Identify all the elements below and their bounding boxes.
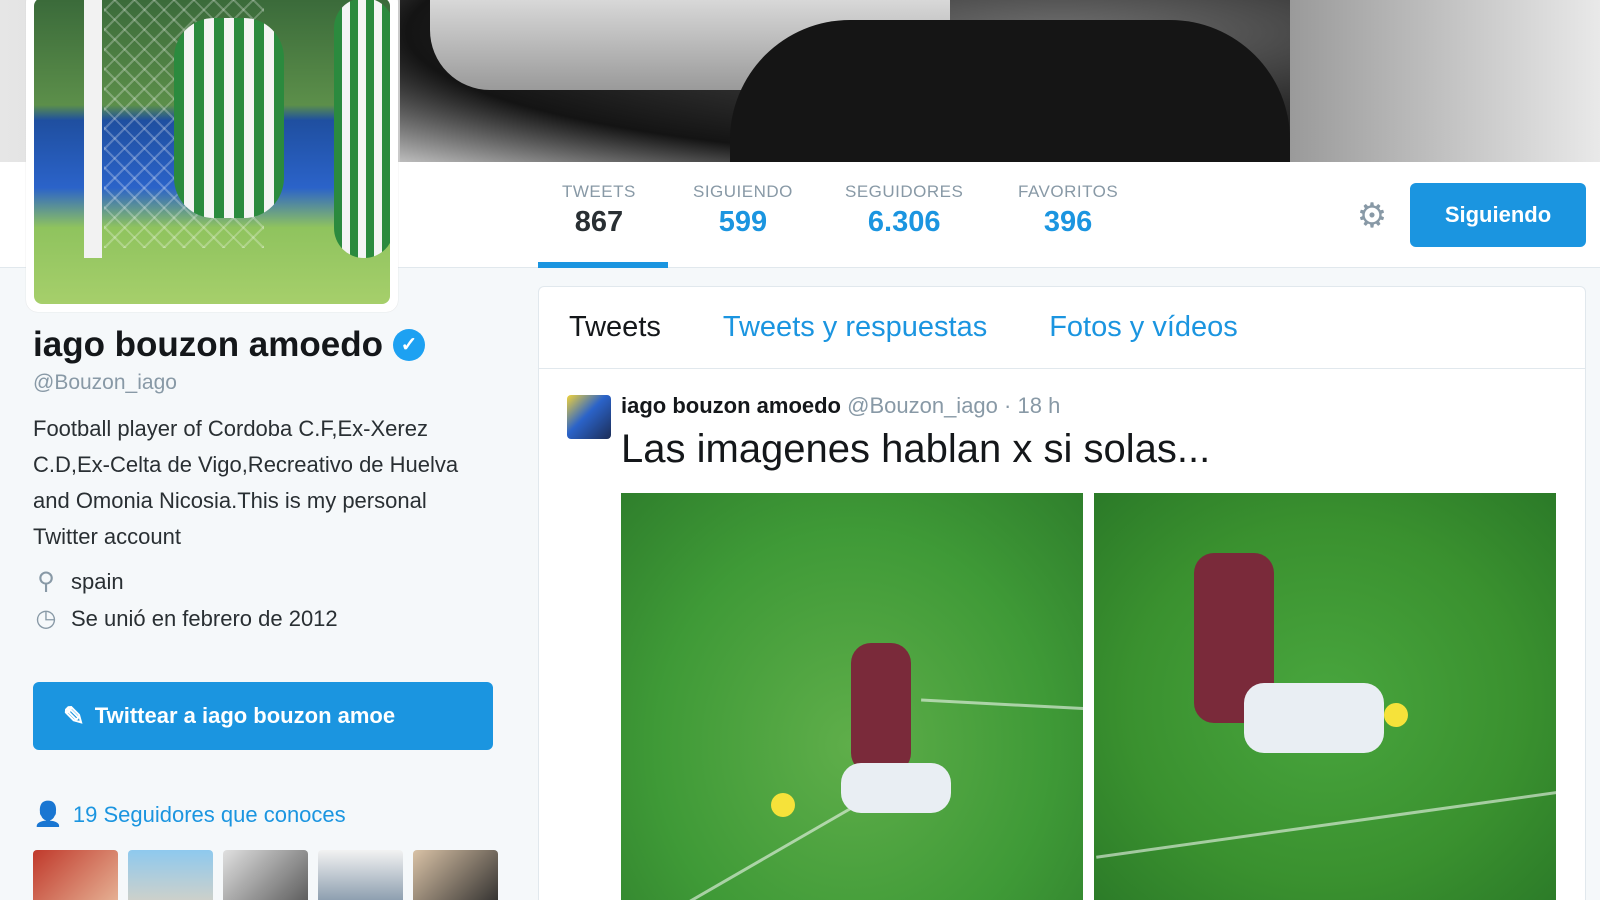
stat-label: SIGUIENDO	[693, 182, 793, 201]
follower-avatar[interactable]	[223, 850, 308, 900]
stat-value: 6.306	[867, 206, 941, 238]
profile-handle[interactable]: @Bouzon_iago	[33, 371, 493, 395]
tweet-photo-2[interactable]	[1094, 493, 1556, 900]
follower-thumbnails	[33, 850, 498, 900]
tweet-avatar[interactable]	[567, 395, 611, 439]
timeline-tabs: Tweets Tweets y respuestas Fotos y vídeo…	[539, 287, 1585, 369]
tweet-author-handle[interactable]: @Bouzon_iago	[847, 393, 998, 418]
compose-icon: ✎	[63, 700, 85, 731]
followers-you-know-text: 19 Seguidores que conoces	[72, 801, 346, 827]
timeline: Tweets Tweets y respuestas Fotos y vídeo…	[538, 286, 1586, 900]
following-button[interactable]: Siguiendo	[1410, 183, 1586, 247]
stat-value: 396	[1043, 206, 1093, 238]
person-icon: 👤	[33, 801, 63, 828]
tweet-author-name[interactable]: iago bouzon amoedo	[621, 393, 841, 418]
active-stat-indicator	[538, 262, 668, 268]
tweet-header: iago bouzon amoedo @Bouzon_iago · 18 h	[621, 393, 1060, 419]
tab-tweets[interactable]: Tweets	[569, 311, 661, 344]
profile-joined: ◷ Se unió en febrero de 2012	[33, 604, 493, 633]
tweet-separator: ·	[1004, 393, 1018, 418]
tab-tweets-and-replies[interactable]: Tweets y respuestas	[723, 311, 987, 344]
location-pin-icon: ⚲	[37, 568, 55, 595]
tweet-to-label: Twittear a iago bouzon amoe	[94, 703, 396, 728]
stat-following[interactable]: SIGUIENDO 599	[693, 182, 793, 239]
follower-avatar[interactable]	[33, 850, 118, 900]
follower-avatar[interactable]	[413, 850, 498, 900]
avatar[interactable]	[26, 0, 398, 312]
followers-you-know-link[interactable]: 👤 19 Seguidores que conoces	[33, 800, 346, 829]
stat-tweets[interactable]: TWEETS 867	[562, 182, 636, 239]
gear-icon[interactable]: ⚙	[1352, 196, 1392, 236]
stat-value: 867	[574, 206, 624, 238]
tweet-text: Las imagenes hablan x si solas...	[621, 427, 1211, 471]
profile-location: ⚲ spain	[33, 567, 493, 596]
stat-label: TWEETS	[562, 182, 636, 201]
follower-avatar[interactable]	[128, 850, 213, 900]
tweet-photo-1[interactable]	[621, 493, 1083, 900]
profile-bio: Football player of Cordoba C.F,Ex-Xerez …	[33, 416, 459, 549]
joined-text: Se unió en febrero de 2012	[71, 605, 338, 631]
stat-followers[interactable]: SEGUIDORES 6.306	[845, 182, 963, 239]
profile-name-row: iago bouzon amoedo ✓	[33, 325, 493, 365]
stat-label: SEGUIDORES	[845, 182, 964, 201]
location-text: spain	[71, 568, 124, 594]
clock-icon: ◷	[35, 605, 57, 632]
follower-avatar[interactable]	[318, 850, 403, 900]
stat-value: 599	[718, 206, 768, 238]
avatar-image	[34, 0, 390, 304]
verified-badge-icon: ✓	[392, 329, 425, 361]
stat-label: FAVORITOS	[1018, 182, 1119, 201]
tab-photos-videos[interactable]: Fotos y vídeos	[1049, 311, 1238, 344]
profile-card: iago bouzon amoedo ✓ @Bouzon_iago Footba…	[33, 325, 493, 633]
stat-favorites[interactable]: FAVORITOS 396	[1018, 182, 1118, 239]
tweet-timestamp[interactable]: 18 h	[1017, 393, 1060, 418]
profile-name[interactable]: iago bouzon amoedo	[33, 325, 383, 365]
tweet-to-button[interactable]: ✎ Twittear a iago bouzon amoe	[33, 682, 493, 750]
